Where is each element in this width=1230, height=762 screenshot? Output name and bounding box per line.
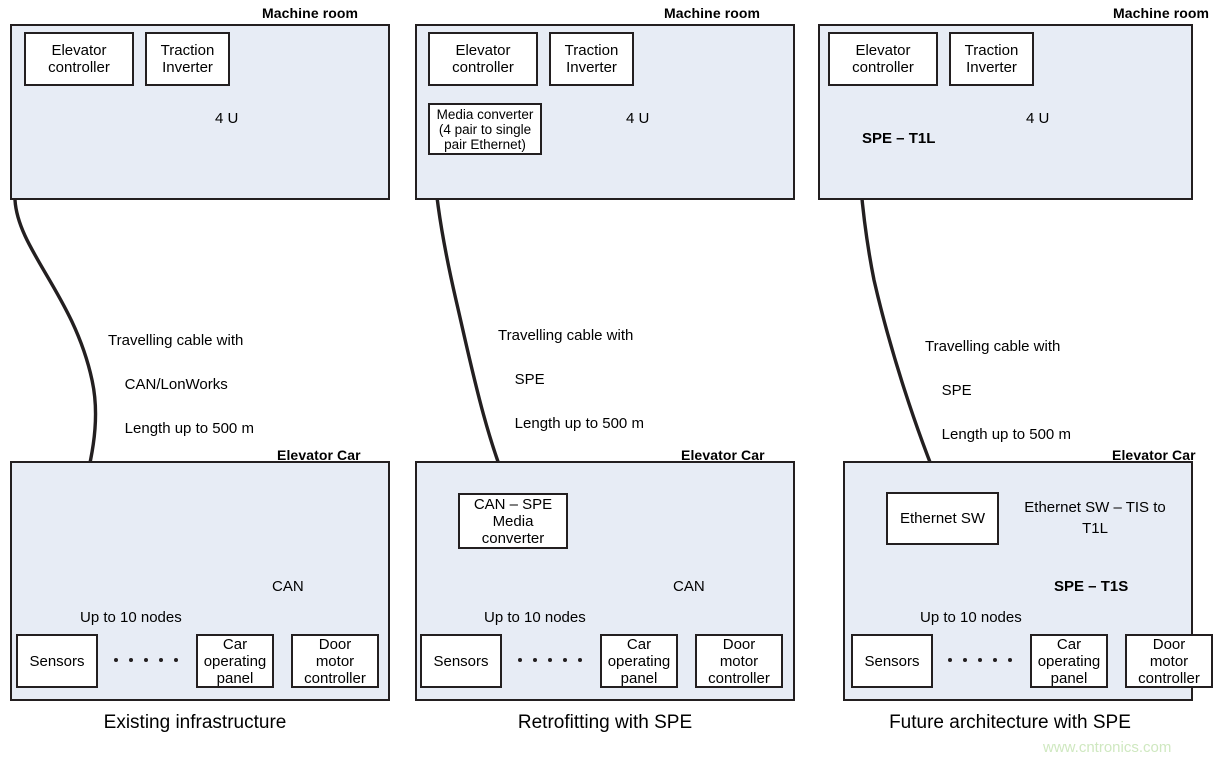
traction-inverter-box[interactable]: Traction Inverter: [549, 32, 634, 86]
media-converter-box[interactable]: Media converter (4 pair to single pair E…: [428, 103, 542, 155]
cable-line-2: CAN/LonWorks: [124, 376, 228, 393]
machine-room-title: Machine room: [664, 5, 761, 21]
ethernet-switch-box[interactable]: Ethernet SW: [886, 492, 999, 545]
sensors-box[interactable]: Sensors: [420, 634, 502, 688]
rack-units-label: 4 U: [1026, 110, 1050, 127]
cable-line-1: Travelling cable with: [498, 327, 634, 344]
elevator-controller-box[interactable]: Elevator controller: [828, 32, 938, 86]
bus-protocol-label: SPE – T1S: [1054, 578, 1129, 595]
bus-protocol-label: CAN: [673, 578, 705, 595]
traction-inverter-box[interactable]: Traction Inverter: [949, 32, 1034, 86]
panel-caption: Existing infrastructure: [103, 712, 287, 733]
panel-caption: Future architecture with SPE: [889, 712, 1131, 733]
ellipsis-dots: [518, 658, 582, 662]
bus-protocol-label: CAN: [272, 578, 304, 595]
sensors-box[interactable]: Sensors: [851, 634, 933, 688]
site-watermark: www.cntronics.com: [1043, 739, 1172, 756]
cable-line-3: Length up to 500 m: [941, 426, 1071, 443]
cable-line-3: Length up to 500 m: [514, 415, 644, 432]
nodes-count-label: Up to 10 nodes: [920, 609, 1022, 626]
machine-room-title: Machine room: [1113, 5, 1210, 21]
car-operating-panel-box[interactable]: Car operating panel: [196, 634, 274, 688]
rack-units-label: 4 U: [215, 110, 239, 127]
cable-line-2: SPE: [514, 371, 545, 388]
nodes-count-label: Up to 10 nodes: [484, 609, 586, 626]
nodes-count-label: Up to 10 nodes: [80, 609, 182, 626]
can-spe-media-converter-box[interactable]: CAN – SPE Media converter: [458, 493, 568, 549]
elevator-controller-box[interactable]: Elevator controller: [428, 32, 538, 86]
panel-caption: Retrofitting with SPE: [517, 712, 693, 733]
ethernet-switch-note: Ethernet SW – TIS to T1L: [1024, 499, 1166, 537]
spe-t1l-label: SPE – T1L: [862, 130, 936, 147]
traction-inverter-box[interactable]: Traction Inverter: [145, 32, 230, 86]
cable-line-2: SPE: [941, 382, 972, 399]
door-motor-controller-box[interactable]: Door motor controller: [1125, 634, 1213, 688]
ellipsis-dots: [114, 658, 178, 662]
machine-room-title: Machine room: [262, 5, 359, 21]
travelling-cable-note: Travelling cable with SPE Length up to 5…: [498, 325, 644, 479]
car-operating-panel-box[interactable]: Car operating panel: [1030, 634, 1108, 688]
sensors-box[interactable]: Sensors: [16, 634, 98, 688]
car-operating-panel-box[interactable]: Car operating panel: [600, 634, 678, 688]
ellipsis-dots: [948, 658, 1012, 662]
elevator-controller-box[interactable]: Elevator controller: [24, 32, 134, 86]
rack-units-label: 4 U: [626, 110, 650, 127]
door-motor-controller-box[interactable]: Door motor controller: [291, 634, 379, 688]
cable-line-3: Length up to 500 m: [124, 420, 254, 437]
door-motor-controller-box[interactable]: Door motor controller: [695, 634, 783, 688]
cable-line-1: Travelling cable with: [108, 332, 244, 349]
cable-line-1: Travelling cable with: [925, 338, 1061, 355]
